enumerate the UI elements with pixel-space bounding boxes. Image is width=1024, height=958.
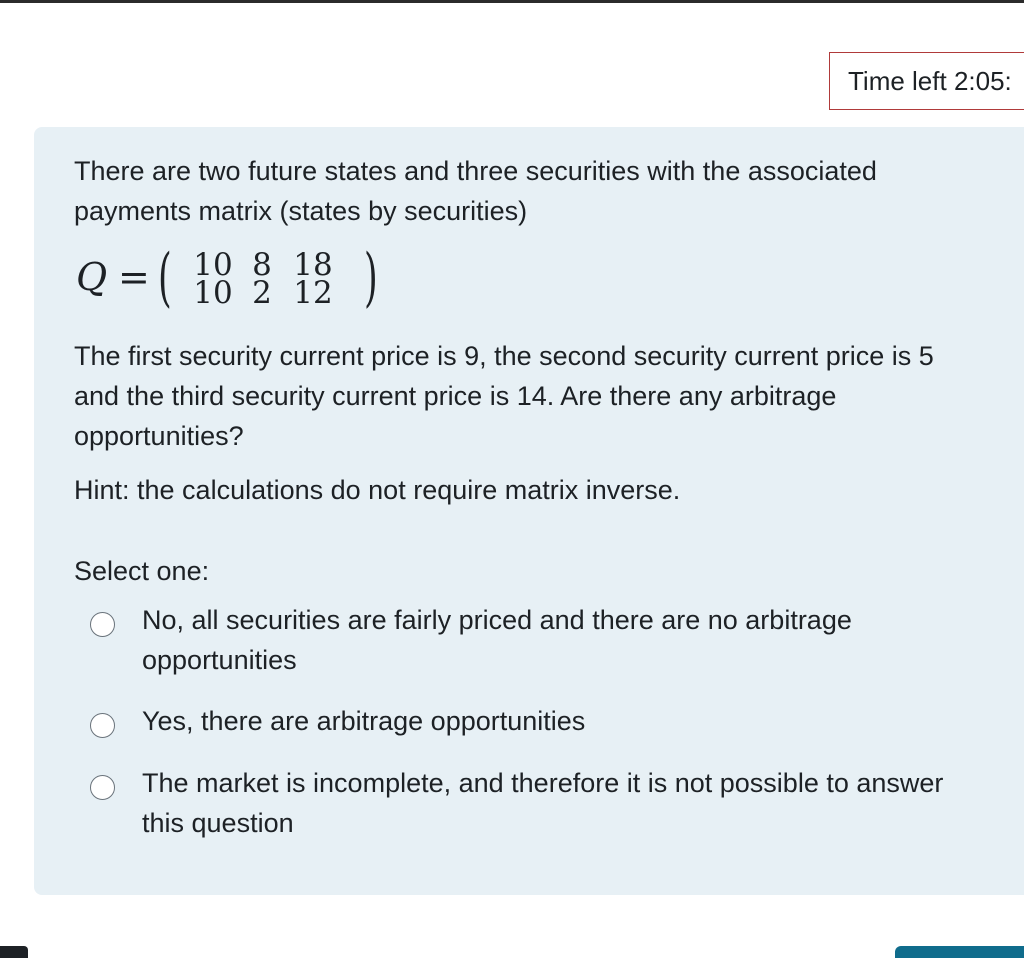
previous-page-button[interactable] xyxy=(0,946,28,958)
option-label-line-1: Yes, there are arbitrage opportunities xyxy=(142,706,586,736)
question-intro-line-2: payments matrix (states by securities) xyxy=(74,196,528,226)
option-label: No, all securities are fairly priced and… xyxy=(142,600,852,680)
matrix-row-2: 10 2 12 xyxy=(182,275,346,311)
option-label-line-2: this question xyxy=(142,808,294,838)
time-left-timer: Time left 2:05: xyxy=(829,52,1024,110)
matrix-cell: 10 xyxy=(193,275,233,311)
top-divider xyxy=(0,0,1024,3)
question-body-line-2: and the third security current price is … xyxy=(74,381,837,411)
question-panel: There are two future states and three se… xyxy=(34,127,1024,895)
right-parenthesis: ) xyxy=(364,241,378,315)
question-body-line-3: opportunities? xyxy=(74,421,244,451)
question-intro-line-1: There are two future states and three se… xyxy=(74,156,877,186)
matrix-variable: Q xyxy=(76,255,108,299)
option-label-line-2: opportunities xyxy=(142,645,297,675)
option-label: Yes, there are arbitrage opportunities xyxy=(142,701,585,741)
question-hint: Hint: the calculations do not require ma… xyxy=(74,475,681,505)
answer-option-no-arbitrage[interactable]: No, all securities are fairly priced and… xyxy=(90,600,1000,680)
option-label-line-1: No, all securities are fairly priced and… xyxy=(142,605,852,635)
next-page-button[interactable] xyxy=(895,946,1024,958)
payments-matrix: 10 8 18 10 2 12 xyxy=(182,250,346,311)
equals-sign: = xyxy=(118,255,150,299)
left-parenthesis: ( xyxy=(158,241,172,315)
radio-button[interactable] xyxy=(90,713,115,738)
select-one-prompt: Select one: xyxy=(74,556,210,586)
option-label: The market is incomplete, and therefore … xyxy=(142,763,943,843)
option-label-line-1: The market is incomplete, and therefore … xyxy=(142,768,944,798)
question-body-line-1: The first security current price is 9, t… xyxy=(74,341,934,371)
matrix-cell: 12 xyxy=(293,275,333,311)
radio-button[interactable] xyxy=(90,775,115,800)
timer-text: Time left 2:05: xyxy=(848,66,1012,96)
answer-option-market-incomplete[interactable]: The market is incomplete, and therefore … xyxy=(90,763,1000,843)
matrix-cell: 2 xyxy=(252,275,272,311)
answer-option-yes-arbitrage[interactable]: Yes, there are arbitrage opportunities xyxy=(90,701,1000,741)
radio-button[interactable] xyxy=(90,612,115,637)
